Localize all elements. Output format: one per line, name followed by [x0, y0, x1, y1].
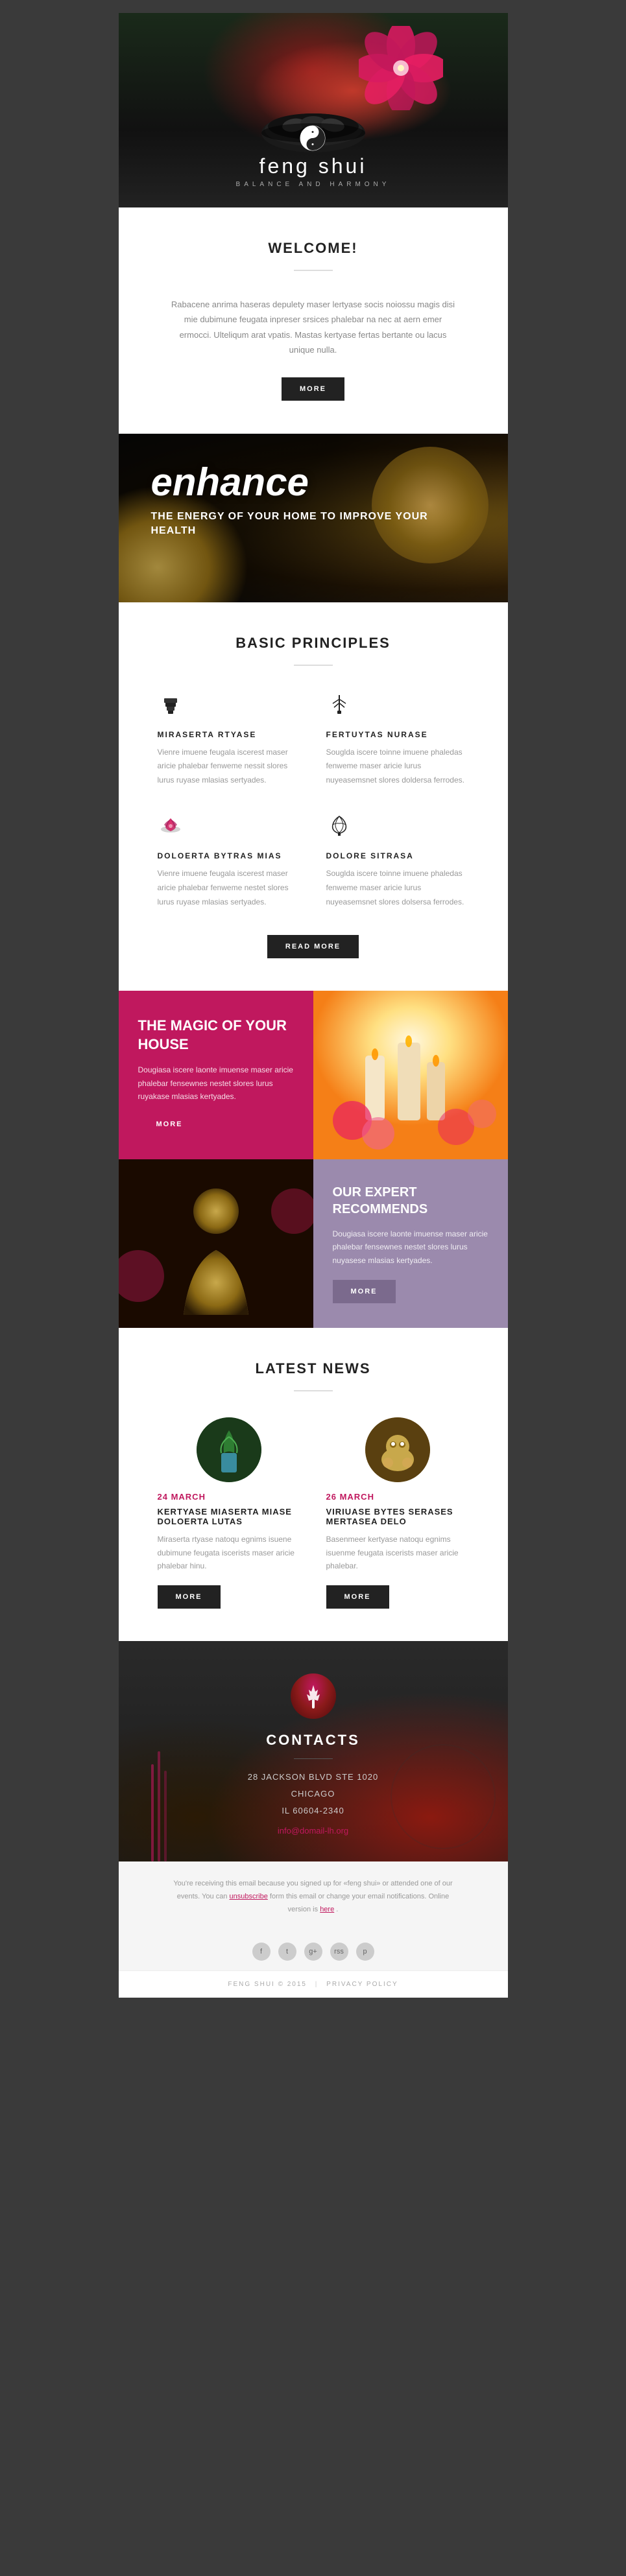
news-date-1: 24 MARCH	[158, 1492, 300, 1502]
privacy-policy-link[interactable]: PRIVACY POLICY	[326, 1981, 398, 1988]
social-bar: f t g+ rss p	[119, 1933, 508, 1970]
enhance-subtitle: THE ENERGY OF YOUR HOME TO IMPROVE YOUR …	[151, 510, 476, 539]
news-grid: 24 MARCH KERTYASE MIASERTA MIASE DOLOERT…	[158, 1417, 469, 1609]
news-avatar-1	[197, 1417, 261, 1482]
news-text-2: Basenmeer kertyase natoqu egnims isuenme…	[326, 1533, 469, 1572]
contacts-divider	[294, 1758, 333, 1759]
contacts-logo-icon	[297, 1680, 330, 1712]
contacts-logo	[158, 1673, 469, 1719]
contacts-title: CONTACTS	[158, 1732, 469, 1749]
news-more-button-2[interactable]: MORE	[326, 1585, 389, 1609]
enhance-section: enhance THE ENERGY OF YOUR HOME TO IMPRO…	[119, 434, 508, 602]
news-divider	[294, 1390, 333, 1391]
google-plus-icon[interactable]: g+	[304, 1943, 322, 1961]
magic-image	[313, 991, 508, 1159]
principle-title-2: FERTUYTAS NURASE	[326, 730, 469, 739]
rss-icon[interactable]: rss	[330, 1943, 348, 1961]
footer-here-link[interactable]: here	[320, 1906, 334, 1913]
expert-text: Dougiasa iscere laonte imuense maser ari…	[333, 1227, 488, 1267]
principles-grid: MIRASERTA RTYASE Vienre imuene feugala i…	[158, 692, 469, 910]
principles-title: BASIC PRINCIPLES	[158, 635, 469, 652]
news-more-button-1[interactable]: MORE	[158, 1585, 221, 1609]
enhance-text-area: enhance THE ENERGY OF YOUR HOME TO IMPRO…	[119, 434, 508, 565]
email-container: feng shui BALANCE AND HARMONY WELCOME! R…	[119, 13, 508, 1998]
contacts-address-2: CHICAGO	[158, 1786, 469, 1802]
contacts-email[interactable]: info@domail-lh.org	[158, 1826, 469, 1836]
facebook-icon[interactable]: f	[252, 1943, 271, 1961]
header-flower-decoration	[359, 26, 443, 113]
welcome-divider	[294, 270, 333, 271]
news-item-2: 26 MARCH VIRIUASE BYTES SERASES MERTASEA…	[326, 1417, 469, 1609]
news-item-title-1: KERTYASE MIASERTA MIASE DOLOERTA LUTAS	[158, 1507, 300, 1526]
welcome-more-button[interactable]: MORE	[282, 377, 344, 401]
principle-text-4: Souglda iscere toinne imuene phaledas fe…	[326, 867, 469, 909]
header-logo: feng shui BALANCE AND HARMONY	[236, 125, 391, 188]
principle-item-4: DOLORE SITRASA Souglda iscere toinne imu…	[326, 813, 469, 909]
expert-row: OUR EXPERT RECOMMENDS Dougiasa iscere la…	[119, 1159, 508, 1328]
principle-item-1: MIRASERTA RTYASE Vienre imuene feugala i…	[158, 692, 300, 788]
expert-title: OUR EXPERT RECOMMENDS	[333, 1184, 488, 1218]
expert-text-box: OUR EXPERT RECOMMENDS Dougiasa iscere la…	[313, 1159, 508, 1328]
footer-notice-text-after: .	[336, 1906, 338, 1913]
principle-icon-4	[326, 813, 469, 845]
principles-divider	[294, 665, 333, 666]
news-item-title-2: VIRIUASE BYTES SERASES MERTASEA DELO	[326, 1507, 469, 1526]
expert-more-button[interactable]: MORE	[333, 1280, 396, 1303]
principle-title-3: DOLOERTA BYTRAS MIAS	[158, 851, 300, 860]
bottom-footer: FENG SHUI © 2015 | PRIVACY POLICY	[119, 1970, 508, 1998]
split-section: THE MAGIC OF YOUR HOUSE Dougiasa iscere …	[119, 991, 508, 1328]
welcome-text: Rabacene anrima haseras depulety maser l…	[171, 297, 456, 358]
magic-more-button[interactable]: MORE	[138, 1113, 201, 1136]
contacts-address-3: IL 60604-2340	[158, 1802, 469, 1819]
principle-icon-3	[158, 813, 300, 845]
header: feng shui BALANCE AND HARMONY	[119, 13, 508, 207]
welcome-section: WELCOME! Rabacene anrima haseras depulet…	[119, 207, 508, 434]
news-text-1: Miraserta rtyase natoqu egnims isuene du…	[158, 1533, 300, 1572]
principle-item-2: FERTUYTAS NURASE Souglda iscere toinne i…	[326, 692, 469, 788]
principle-text-3: Vienre imuene feugala iscerest maser ari…	[158, 867, 300, 909]
contacts-logo-circle	[291, 1673, 336, 1719]
news-title: LATEST NEWS	[158, 1360, 469, 1377]
contacts-section: CONTACTS 28 JACKSON BLVD STE 1020 CHICAG…	[119, 1641, 508, 1861]
twitter-icon[interactable]: t	[278, 1943, 296, 1961]
welcome-title: WELCOME!	[171, 240, 456, 257]
principle-title-1: MIRASERTA RTYASE	[158, 730, 300, 739]
footer-notice-text-middle: form this email or change your email not…	[270, 1893, 449, 1913]
magic-text: Dougiasa iscere laonte imuense maser ari…	[138, 1063, 294, 1103]
principles-section: BASIC PRINCIPLES MIRASERTA RTYASE Vienre…	[119, 602, 508, 991]
magic-text-box: THE MAGIC OF YOUR HOUSE Dougiasa iscere …	[119, 991, 313, 1159]
news-avatar-2	[365, 1417, 430, 1482]
news-item-1: 24 MARCH KERTYASE MIASERTA MIASE DOLOERT…	[158, 1417, 300, 1609]
principle-item-3: DOLOERTA BYTRAS MIAS Vienre imuene feuga…	[158, 813, 300, 909]
principle-title-4: DOLORE SITRASA	[326, 851, 469, 860]
principles-read-more-button[interactable]: READ MORE	[267, 935, 359, 958]
magic-row: THE MAGIC OF YOUR HOUSE Dougiasa iscere …	[119, 991, 508, 1159]
contacts-address-1: 28 JACKSON BLVD STE 1020	[158, 1769, 469, 1786]
principle-icon-1	[158, 692, 300, 724]
brand-subtitle: BALANCE AND HARMONY	[236, 181, 391, 188]
pinterest-icon[interactable]: p	[356, 1943, 374, 1961]
brand-name: feng shui	[236, 154, 391, 178]
footer-unsubscribe-link[interactable]: unsubscribe	[230, 1893, 268, 1900]
buddha-visual	[119, 1159, 313, 1328]
candles-visual	[313, 991, 508, 1159]
footer-brand: FENG SHUI © 2015	[228, 1981, 307, 1988]
news-date-2: 26 MARCH	[326, 1492, 469, 1502]
expert-image	[119, 1159, 313, 1328]
principle-text-1: Vienre imuene feugala iscerest maser ari…	[158, 746, 300, 788]
enhance-word: enhance	[151, 460, 476, 504]
principle-text-2: Souglda iscere toinne imuene phaledas fe…	[326, 746, 469, 788]
contacts-info: 28 JACKSON BLVD STE 1020 CHICAGO IL 6060…	[158, 1769, 469, 1819]
footer-divider: |	[315, 1981, 319, 1988]
news-section: LATEST NEWS 24 MARCH KERTYASE MIASERTA M…	[119, 1328, 508, 1641]
principle-icon-2	[326, 692, 469, 724]
magic-title: THE MAGIC OF YOUR HOUSE	[138, 1017, 294, 1054]
footer-notice: You're receiving this email because you …	[119, 1861, 508, 1932]
yin-yang-icon	[300, 125, 326, 151]
